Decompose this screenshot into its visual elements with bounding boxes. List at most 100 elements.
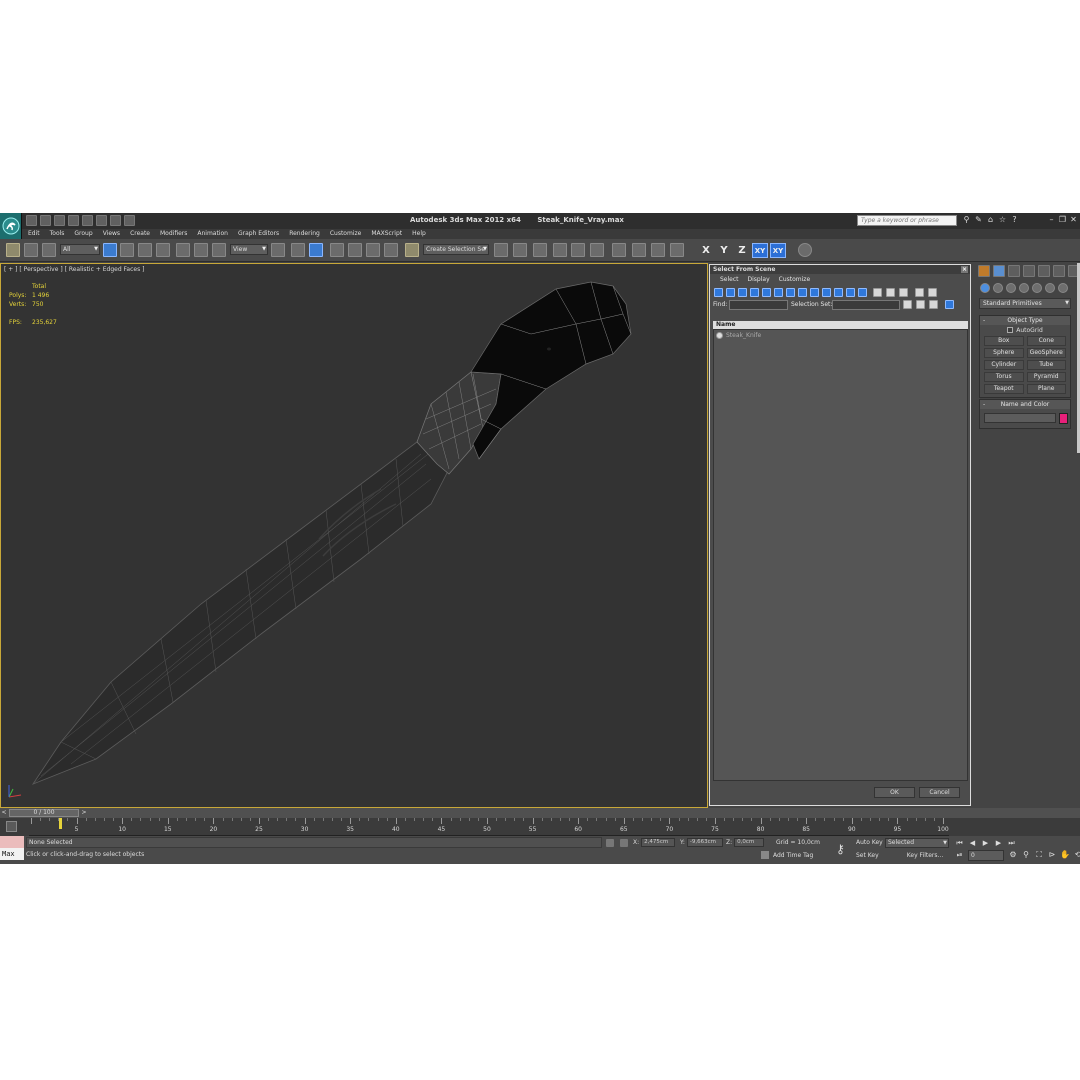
filter-options-icon[interactable] bbox=[928, 288, 937, 297]
cone-button[interactable]: Cone bbox=[1026, 336, 1066, 346]
display-geometry-icon[interactable] bbox=[714, 288, 723, 297]
close-icon[interactable]: ✕ bbox=[1069, 215, 1078, 225]
display-none-icon[interactable] bbox=[873, 288, 882, 297]
communication-icon[interactable]: ⌂ bbox=[986, 215, 995, 225]
pan-icon[interactable]: ✋ bbox=[1060, 850, 1070, 860]
hierarchy-tab-icon[interactable] bbox=[1023, 265, 1035, 277]
axis-x-button[interactable]: X bbox=[698, 243, 714, 258]
geometry-category-icon[interactable] bbox=[980, 283, 990, 293]
field-of-view-icon[interactable]: ⊳ bbox=[1047, 850, 1057, 860]
selection-filter-dropdown[interactable]: All bbox=[60, 244, 100, 255]
help-icon[interactable]: ? bbox=[1010, 215, 1019, 225]
menu-views[interactable]: Views bbox=[103, 229, 120, 239]
menu-help[interactable]: Help bbox=[412, 229, 426, 239]
motion-tab-icon[interactable] bbox=[1038, 265, 1050, 277]
absolute-mode-icon[interactable] bbox=[620, 839, 628, 847]
select-and-scale-icon[interactable] bbox=[212, 243, 226, 257]
cancel-button[interactable]: Cancel bbox=[919, 787, 960, 798]
select-set-icon[interactable] bbox=[945, 300, 954, 309]
key-mode-toggle-icon[interactable]: ⏯ bbox=[954, 850, 965, 860]
display-lights-icon[interactable] bbox=[738, 288, 747, 297]
set-keys-icon[interactable]: ⚷ bbox=[836, 842, 845, 856]
cylinder-button[interactable]: Cylinder bbox=[984, 360, 1024, 370]
go-to-end-icon[interactable]: ⏭ bbox=[1006, 838, 1017, 848]
auto-key-button[interactable]: Auto Key bbox=[856, 838, 884, 848]
application-button[interactable] bbox=[0, 213, 22, 239]
display-helpers-icon[interactable] bbox=[762, 288, 771, 297]
percent-snap-icon[interactable] bbox=[366, 243, 380, 257]
modify-tab-icon[interactable] bbox=[1008, 265, 1020, 277]
unlink-icon[interactable] bbox=[24, 243, 38, 257]
align-icon[interactable] bbox=[513, 243, 527, 257]
pivot-center-icon[interactable] bbox=[271, 243, 285, 257]
time-slider[interactable]: < 0 / 100 > bbox=[0, 808, 1080, 818]
menu-rendering[interactable]: Rendering bbox=[289, 229, 320, 239]
select-object-icon[interactable] bbox=[103, 243, 117, 257]
angle-snap-icon[interactable] bbox=[348, 243, 362, 257]
name-column-header[interactable]: Name bbox=[713, 321, 968, 329]
add-time-tag[interactable]: Add Time Tag bbox=[761, 851, 813, 859]
select-by-name-icon[interactable] bbox=[120, 243, 134, 257]
dialog-menu-customize[interactable]: Customize bbox=[779, 274, 811, 286]
bind-space-warp-icon[interactable] bbox=[42, 243, 56, 257]
menu-create[interactable]: Create bbox=[130, 229, 150, 239]
display-bones-icon[interactable] bbox=[810, 288, 819, 297]
add-to-set-icon[interactable] bbox=[929, 300, 938, 309]
axis-z-button[interactable]: Z bbox=[734, 243, 750, 258]
plane-button[interactable]: Plane bbox=[1026, 384, 1066, 394]
menu-modifiers[interactable]: Modifiers bbox=[160, 229, 187, 239]
dialog-menu-select[interactable]: Select bbox=[720, 274, 739, 286]
zoom-extents-icon[interactable]: ⛶ bbox=[1034, 850, 1044, 860]
keyboard-shortcut-override-icon[interactable] bbox=[309, 243, 323, 257]
display-shapes-icon[interactable] bbox=[726, 288, 735, 297]
primitive-type-dropdown[interactable]: Standard Primitives bbox=[979, 298, 1071, 309]
open-mini-curve-editor-icon[interactable] bbox=[6, 821, 17, 832]
redo-icon[interactable] bbox=[82, 215, 93, 226]
find-input[interactable] bbox=[729, 300, 788, 310]
y-value-field[interactable]: -9,663cm bbox=[686, 838, 723, 847]
display-xrefs-icon[interactable] bbox=[798, 288, 807, 297]
scene-object-list[interactable]: Steak_Knife bbox=[713, 329, 968, 781]
rendered-frame-window-icon[interactable] bbox=[651, 243, 665, 257]
axis-xy-cycle-button[interactable]: XY bbox=[770, 243, 786, 258]
minimize-icon[interactable]: – bbox=[1047, 215, 1056, 225]
object-name-input[interactable] bbox=[984, 413, 1057, 423]
menu-graph-editors[interactable]: Graph Editors bbox=[238, 229, 279, 239]
select-and-rotate-icon[interactable] bbox=[194, 243, 208, 257]
display-tab-icon[interactable] bbox=[1053, 265, 1065, 277]
time-slider-thumb[interactable]: 0 / 100 bbox=[9, 809, 79, 817]
go-to-start-icon[interactable]: ⏮ bbox=[954, 838, 965, 848]
dialog-menu-display[interactable]: Display bbox=[748, 274, 770, 286]
delete-set-icon[interactable] bbox=[916, 300, 925, 309]
reference-coordinate-dropdown[interactable]: View bbox=[230, 244, 268, 255]
space-warps-category-icon[interactable] bbox=[1045, 283, 1055, 293]
display-all-icon[interactable] bbox=[858, 288, 867, 297]
axis-y-button[interactable]: Y bbox=[716, 243, 732, 258]
key-selection-dropdown[interactable]: Selected bbox=[885, 838, 949, 848]
geosphere-button[interactable]: GeoSphere bbox=[1026, 348, 1066, 358]
play-icon[interactable]: ▶ bbox=[980, 838, 991, 848]
autogrid-checkbox[interactable]: AutoGrid bbox=[980, 325, 1070, 335]
maxscript-label[interactable]: Max bbox=[0, 848, 24, 860]
menu-edit[interactable]: Edit bbox=[28, 229, 40, 239]
lights-category-icon[interactable] bbox=[1006, 283, 1016, 293]
create-set-icon[interactable] bbox=[903, 300, 912, 309]
axis-xy-button[interactable]: XY bbox=[752, 243, 768, 258]
current-frame-field[interactable]: 0 bbox=[968, 850, 1004, 861]
binoculars-icon[interactable]: ⚲ bbox=[962, 215, 971, 225]
select-and-link-icon[interactable] bbox=[6, 243, 20, 257]
teapot-button[interactable]: Teapot bbox=[984, 384, 1024, 394]
sphere-button[interactable]: Sphere bbox=[984, 348, 1024, 358]
open-file-icon[interactable] bbox=[40, 215, 51, 226]
search-input[interactable]: Type a keyword or phrase bbox=[857, 215, 957, 226]
menu-tools[interactable]: Tools bbox=[50, 229, 65, 239]
named-selection-sets-dropdown[interactable]: Create Selection Se bbox=[423, 244, 489, 255]
display-groups-icon[interactable] bbox=[786, 288, 795, 297]
helpers-category-icon[interactable] bbox=[1032, 283, 1042, 293]
object-color-swatch[interactable] bbox=[1059, 413, 1068, 424]
viewport-label[interactable]: [ + ] [ Perspective ] [ Realistic + Edge… bbox=[4, 266, 144, 273]
fetch-icon[interactable] bbox=[110, 215, 121, 226]
next-key-icon[interactable]: ▶ bbox=[993, 838, 1004, 848]
window-crossing-icon[interactable] bbox=[156, 243, 170, 257]
new-file-icon[interactable] bbox=[26, 215, 37, 226]
